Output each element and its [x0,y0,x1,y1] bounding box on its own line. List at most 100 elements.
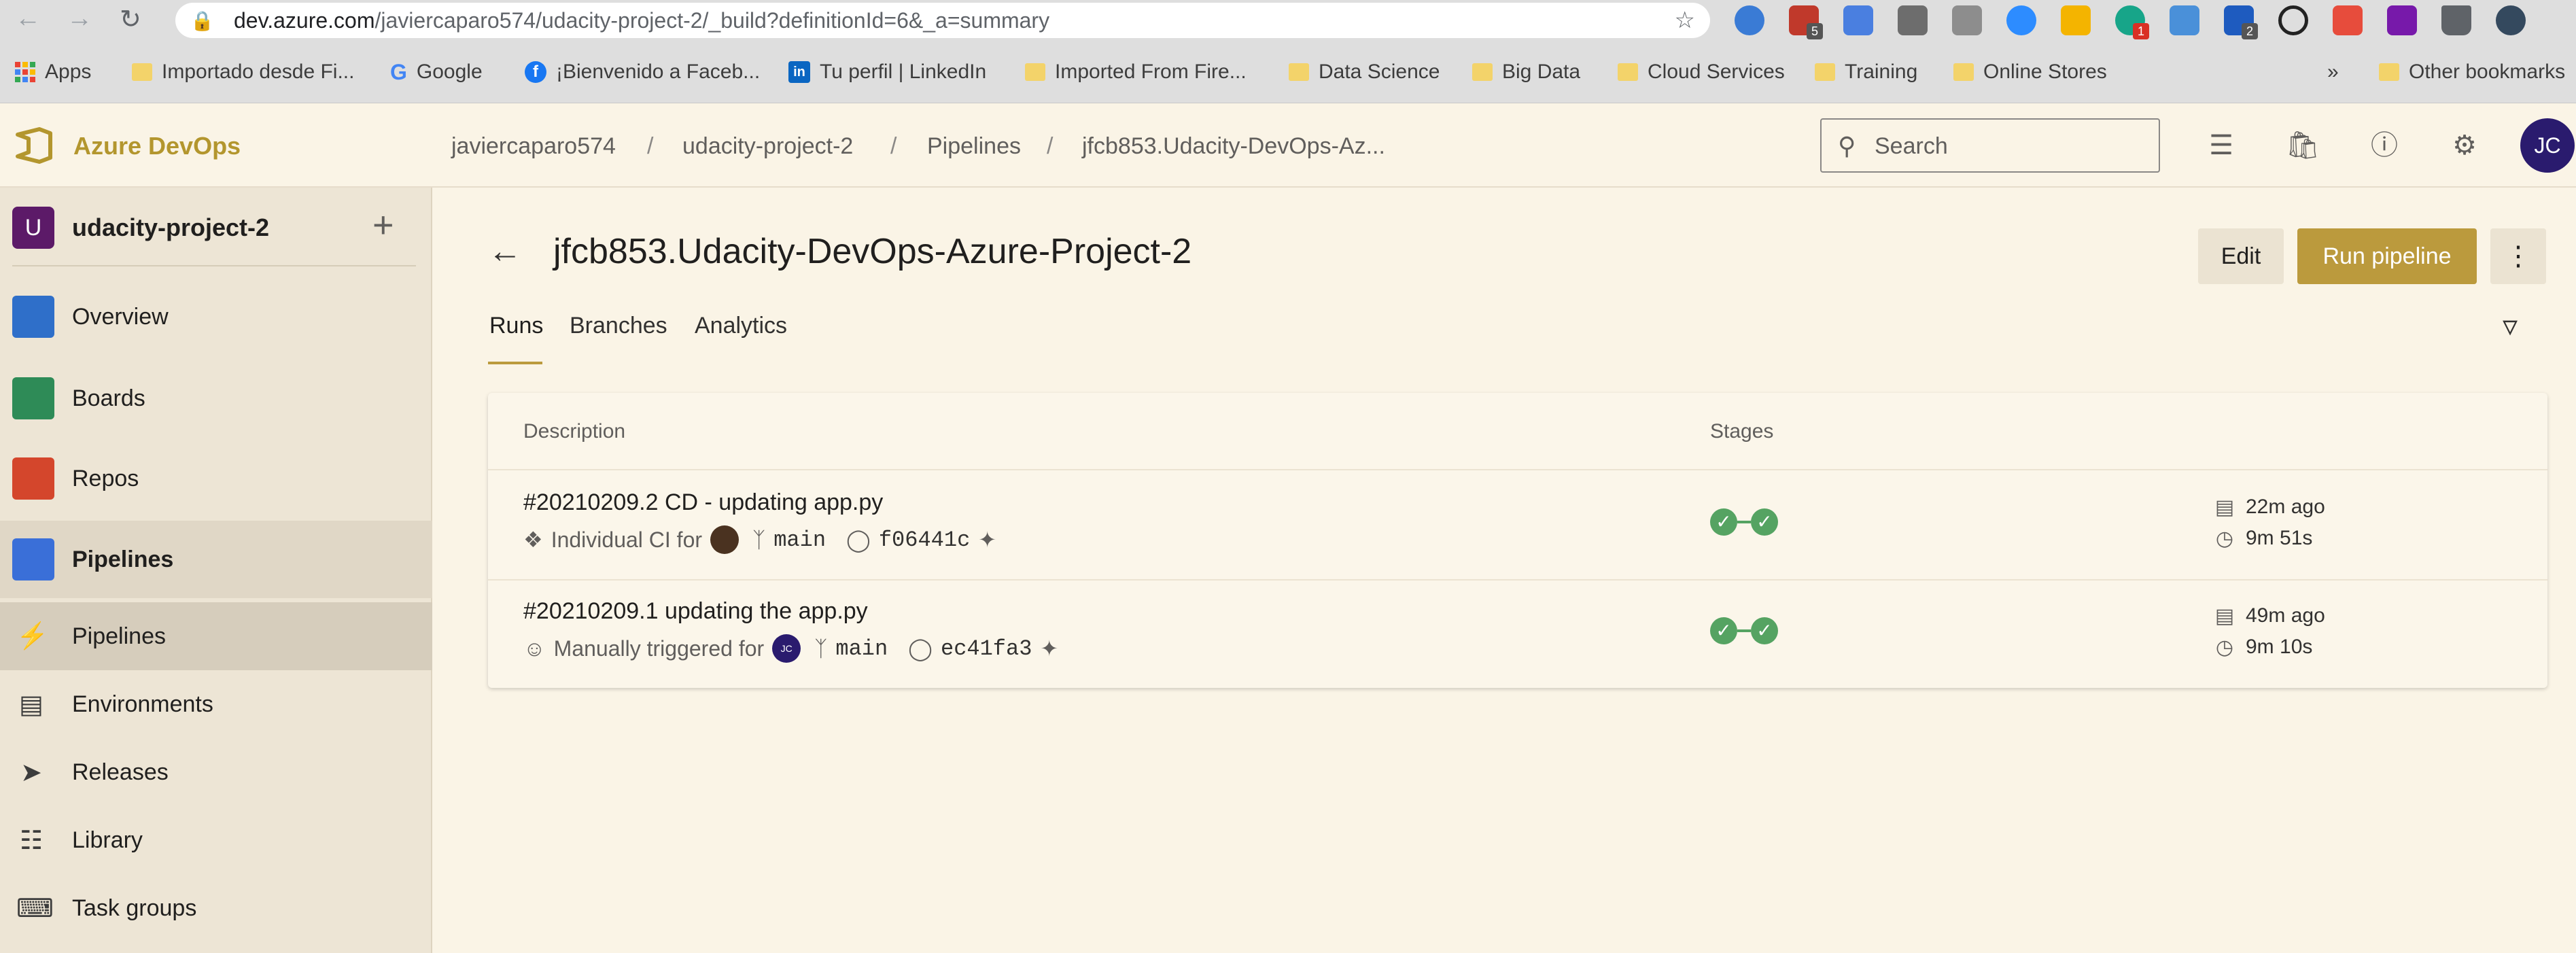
sidebar-subitem-environments[interactable]: ▤ Environments [0,670,432,738]
stage-connector [1737,629,1751,632]
sidebar-item-repos[interactable]: Repos [0,445,432,513]
stage-success-icon[interactable]: ✓ [1710,617,1737,644]
azure-devops-logo-icon[interactable] [14,125,54,166]
table-row[interactable]: #20210209.1 updating the app.py ☺ Manual… [488,579,2547,688]
user-settings-icon[interactable]: ⚙ [2446,126,2484,164]
extension-grey-icon[interactable] [1898,5,1928,35]
boards-icon [12,377,54,419]
extension-globe-icon[interactable] [1735,5,1764,35]
run-commit[interactable]: ec41fa3 [941,636,1032,661]
marketplace-bag-icon[interactable]: 🛍 [2284,126,2322,164]
extension-translate-icon[interactable] [1843,5,1873,35]
table-row[interactable]: #20210209.2 CD - updating app.py ❖ Indiv… [488,470,2547,579]
extension-a-icon[interactable]: 1 [2115,5,2149,39]
bookmark-imported-firefox[interactable]: Imported From Fire... [1025,58,1247,86]
facebook-icon: f [525,61,546,83]
extension-drive-icon[interactable] [2061,5,2091,35]
search-icon: ⚲ [1838,132,1856,160]
folder-icon [1815,63,1835,81]
search-placeholder: Search [1875,133,1948,159]
extensions-puzzle-icon[interactable] [2441,5,2471,35]
app-header: Azure DevOps javiercaparo574 / udacity-p… [0,103,2576,188]
bookmark-data-science[interactable]: Data Science [1289,58,1440,86]
back-arrow-icon[interactable]: ← [488,231,522,271]
bookmark-linkedin[interactable]: in Tu perfil | LinkedIn [788,58,986,86]
bookmark-label: Online Stores [1983,60,2107,83]
reload-icon[interactable]: ↻ [120,4,141,35]
bookmark-facebook[interactable]: f ¡Bienvenido a Faceb... [525,58,760,86]
profile-icon[interactable] [2496,5,2526,35]
back-arrow-icon[interactable]: ← [15,4,41,33]
bookmark-other[interactable]: Other bookmarks [2379,58,2565,86]
bookmark-google[interactable]: G Google [390,58,483,86]
add-icon[interactable]: + [372,204,394,246]
run-age-text: 22m ago [2246,496,2325,518]
browser-toolbar: ← → ↻ 🔒 dev.azure.com/javiercaparo574/ud… [0,0,2576,41]
pin-icon[interactable]: ✦ [1040,636,1058,661]
help-icon[interactable]: ⓘ [2365,126,2403,164]
url-text: dev.azure.com/javiercaparo574/udacity-pr… [234,8,1050,33]
forward-arrow-icon[interactable]: → [67,4,92,33]
tab-branches[interactable]: Branches [570,313,667,339]
stage-success-icon[interactable]: ✓ [1710,508,1737,536]
bookmark-big-data[interactable]: Big Data [1472,58,1580,86]
stage-success-icon[interactable]: ✓ [1751,617,1778,644]
run-commit[interactable]: f06441c [879,527,970,553]
breadcrumb-project[interactable]: udacity-project-2 [682,133,853,160]
run-title[interactable]: #20210209.1 updating the app.py [523,598,868,625]
bookmarks-overflow-button[interactable]: » [2327,58,2339,86]
sidebar-item-boards[interactable]: Boards [0,364,432,432]
project-icon[interactable]: U [12,207,54,249]
more-actions-icon[interactable]: ⋮ [2490,228,2546,284]
edit-button[interactable]: Edit [2198,228,2284,284]
extension-onenote-icon[interactable] [2387,5,2417,35]
bookmark-online-stores[interactable]: Online Stores [1953,58,2107,86]
tab-analytics[interactable]: Analytics [695,313,787,339]
branch-icon: ᛉ [814,636,828,661]
chevrons-right-icon: » [2327,60,2339,83]
sidebar-item-overview[interactable]: Overview [0,283,432,351]
avatar[interactable]: JC [2520,118,2575,173]
sidebar-item-label: Pipelines [72,546,174,572]
bookmark-cloud-services[interactable]: Cloud Services [1618,58,1785,86]
sidebar-subitem-releases[interactable]: ➤ Releases [0,738,432,806]
bookmark-label: Apps [45,60,92,83]
sidebar-subitem-task-groups[interactable]: ⌨ Task groups [0,874,432,942]
stage-success-icon[interactable]: ✓ [1751,508,1778,536]
extension-dots-icon[interactable] [2333,5,2363,35]
bookmark-importado[interactable]: Importado desde Fi... [132,58,354,86]
bookmark-label: Big Data [1502,60,1581,83]
bookmark-label: Tu perfil | LinkedIn [820,60,987,83]
run-title[interactable]: #20210209.2 CD - updating app.py [523,489,883,516]
breadcrumb-org[interactable]: javiercaparo574 [451,133,616,160]
bookmark-star-icon[interactable]: ☆ [1675,7,1695,34]
filter-icon[interactable]: ▿ [2503,309,2518,343]
project-name[interactable]: udacity-project-2 [72,213,269,242]
work-items-list-icon[interactable]: ☰ [2202,126,2240,164]
run-trigger: Individual CI for [551,527,703,552]
extension-camera-icon[interactable] [1952,5,1982,35]
sidebar-subitem-pipelines[interactable]: ⚡ Pipelines [0,602,432,670]
tab-runs[interactable]: Runs [489,313,543,339]
extension-refresh-icon[interactable] [2278,5,2308,35]
brand-name[interactable]: Azure DevOps [73,132,241,160]
extension-zoom-icon[interactable] [2006,5,2036,35]
sidebar-subitem-library[interactable]: ☷ Library [0,806,432,874]
extension-red-icon[interactable]: 5 [1789,5,1823,39]
extension-m-icon[interactable]: 2 [2224,5,2258,39]
extension-window-icon[interactable] [2170,5,2199,35]
sidebar-item-pipelines[interactable]: Pipelines [0,521,432,598]
avatar [710,525,739,554]
bookmark-training[interactable]: Training [1815,58,1917,86]
breadcrumb-pipeline[interactable]: jfcb853.Udacity-DevOps-Az... [1082,133,1385,160]
run-age: ▤ 49m ago [2214,602,2325,629]
pin-icon[interactable]: ✦ [978,527,996,553]
bookmark-label: Data Science [1319,60,1440,83]
run-pipeline-button[interactable]: Run pipeline [2297,228,2477,284]
bookmark-apps[interactable]: Apps [15,58,91,86]
extension-badge: 2 [2242,23,2258,39]
address-bar[interactable]: 🔒 dev.azure.com/javiercaparo574/udacity-… [175,3,1710,38]
search-input[interactable]: ⚲ Search [1820,118,2160,173]
breadcrumb-pipelines[interactable]: Pipelines [927,133,1021,160]
folder-icon [1025,63,1045,81]
